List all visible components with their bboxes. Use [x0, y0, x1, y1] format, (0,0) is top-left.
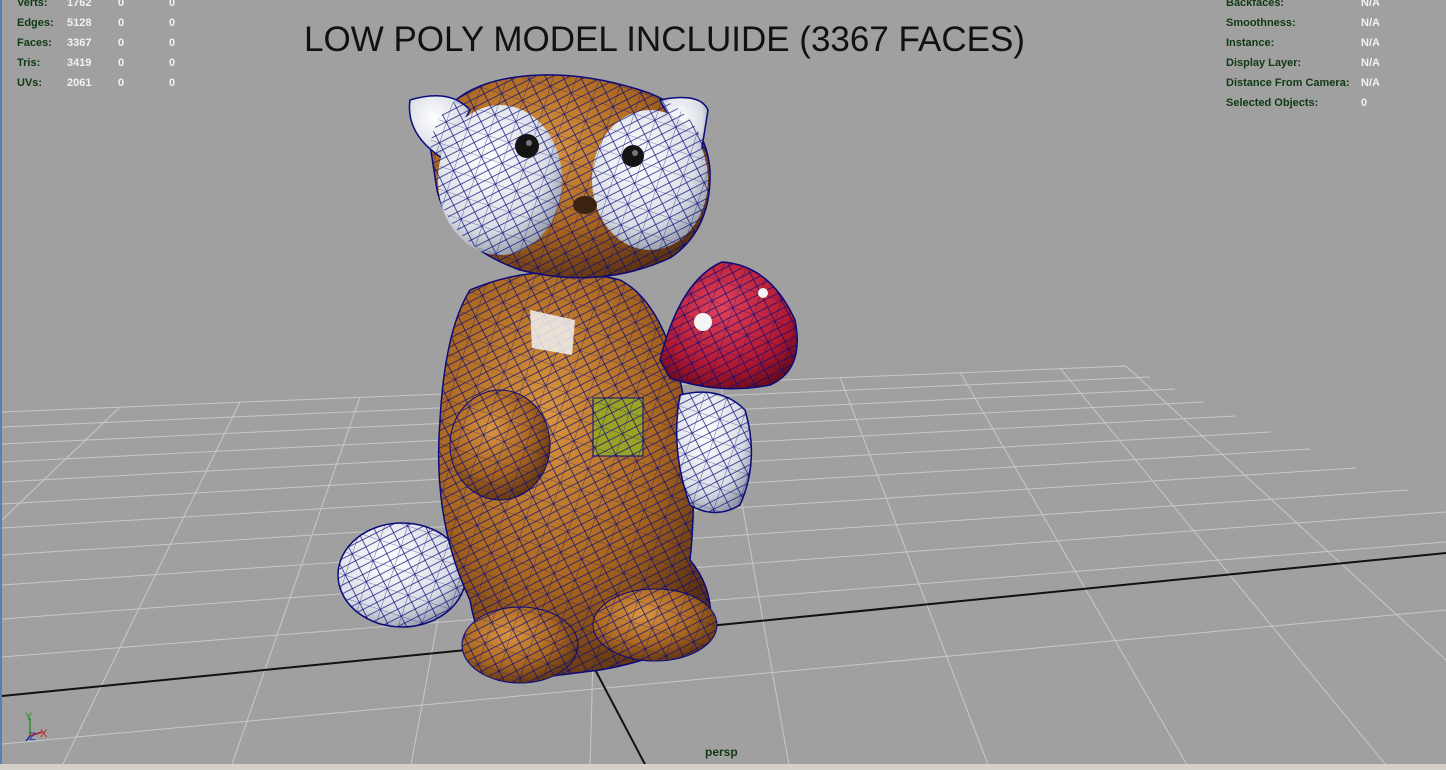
- hud-row-faces: Faces: 3367 0 0: [17, 33, 199, 53]
- hud-row-smoothness: Smoothness: N/A: [1226, 13, 1380, 33]
- poly-count-hud: Verts: 1762 0 0 Edges: 5128 0 0 Faces: 3…: [17, 0, 199, 93]
- hud-label: Faces:: [17, 37, 52, 49]
- hud-value: N/A: [1361, 17, 1380, 29]
- hud-value: 0: [118, 37, 125, 49]
- camera-name-label: persp: [705, 745, 738, 759]
- hud-label: Tris:: [17, 57, 41, 69]
- hud-value: 2061: [67, 77, 92, 89]
- viewport-focus-border: [0, 0, 2, 770]
- hud-value: 0: [169, 57, 176, 69]
- hud-label: Display Layer:: [1226, 57, 1302, 69]
- raccoon-model[interactable]: [337, 74, 798, 684]
- hud-value: N/A: [1361, 77, 1380, 89]
- hud-value: 0: [1361, 97, 1368, 109]
- viewport-heading: LOW POLY MODEL INCLUIDE (3367 FACES): [304, 20, 1025, 59]
- hud-row-tris: Tris: 3419 0 0: [17, 53, 199, 73]
- hud-row-selected: Selected Objects: 0: [1226, 93, 1380, 113]
- hud-row-uvs: UVs: 2061 0 0: [17, 73, 199, 93]
- hud-value: 0: [118, 57, 125, 69]
- hud-value: 0: [169, 17, 176, 29]
- hud-value: 0: [118, 0, 125, 9]
- axis-y-label: Y: [25, 711, 33, 723]
- hud-label: UVs:: [17, 77, 43, 89]
- hud-label: Instance:: [1226, 37, 1275, 49]
- hud-value: 0: [118, 77, 125, 89]
- hud-row-edges: Edges: 5128 0 0: [17, 13, 199, 33]
- hud-row-verts: Verts: 1762 0 0: [17, 0, 199, 13]
- viewport-bottom-edge: [0, 764, 1446, 770]
- hud-value: N/A: [1361, 37, 1380, 49]
- hud-row-backfaces: Backfaces: N/A: [1226, 0, 1380, 13]
- hud-label: Smoothness:: [1226, 17, 1296, 29]
- hud-label: Selected Objects:: [1226, 97, 1319, 109]
- hud-label: Backfaces:: [1226, 0, 1285, 9]
- hud-label: Distance From Camera:: [1226, 77, 1350, 89]
- grid-origin-axes: [1, 552, 1446, 770]
- hud-value: 3367: [67, 37, 92, 49]
- hud-value: 1762: [67, 0, 92, 9]
- hud-row-instance: Instance: N/A: [1226, 33, 1380, 53]
- hud-value: 0: [169, 37, 176, 49]
- 3d-viewport[interactable]: LOW POLY MODEL INCLUIDE (3367 FACES) Ver…: [0, 0, 1446, 770]
- viewport-scene[interactable]: [0, 0, 1446, 770]
- hud-row-display-layer: Display Layer: N/A: [1226, 53, 1380, 73]
- hud-value: 0: [118, 17, 125, 29]
- object-info-hud: Backfaces: N/A Smoothness: N/A Instance:…: [1226, 0, 1380, 113]
- hud-value: N/A: [1361, 0, 1380, 9]
- axis-z-label: Z: [29, 731, 36, 743]
- hud-row-distance: Distance From Camera: N/A: [1226, 73, 1380, 93]
- hud-value: 5128: [67, 17, 92, 29]
- hud-label: Edges:: [17, 17, 54, 29]
- axis-gizmo-icon: Y Z X: [25, 711, 48, 743]
- axis-x-label: X: [40, 728, 48, 740]
- hud-value: 0: [169, 0, 176, 9]
- hud-value: N/A: [1361, 57, 1380, 69]
- hud-label: Verts:: [17, 0, 48, 9]
- hud-value: 3419: [67, 57, 92, 69]
- hud-value: 0: [169, 77, 176, 89]
